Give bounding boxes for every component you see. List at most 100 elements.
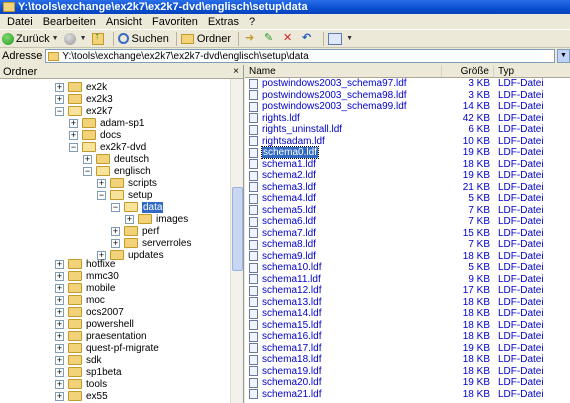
tree-item-hotfixe[interactable]: + hotfixe	[55, 258, 115, 270]
back-button[interactable]: Zurück ▼	[2, 31, 61, 47]
collapse-icon[interactable]: −	[69, 142, 78, 152]
tree-item-ex2k3[interactable]: + ex2k3	[55, 93, 113, 105]
tree-item-quest-pf-migrate[interactable]: + quest-pf-migrate	[55, 342, 159, 354]
tree-item-adam-sp1[interactable]: + adam-sp1	[69, 117, 144, 129]
tree-item-sdk[interactable]: + sdk	[55, 354, 102, 366]
expand-icon[interactable]: +	[111, 226, 120, 236]
file-row[interactable]: schema9.ldf 18 KB LDF-Datei	[245, 251, 570, 263]
tree-item-docs[interactable]: + docs	[69, 129, 121, 141]
expand-icon[interactable]: +	[97, 178, 106, 188]
file-row[interactable]: schema13.ldf 18 KB LDF-Datei	[245, 297, 570, 309]
expand-icon[interactable]: +	[55, 331, 64, 341]
expand-icon[interactable]: +	[55, 82, 64, 92]
expand-icon[interactable]: +	[55, 94, 64, 104]
address-dropdown-button[interactable]: ▼	[557, 49, 570, 63]
file-row[interactable]: schema14.ldf 18 KB LDF-Datei	[245, 308, 570, 320]
tree-item-serverroles[interactable]: + serverroles	[111, 237, 191, 249]
folders-button[interactable]: Ordner	[180, 31, 231, 47]
forward-button[interactable]: ▼	[63, 31, 89, 47]
file-row[interactable]: rightsadam.ldf 10 KB LDF-Datei	[245, 136, 570, 148]
expand-icon[interactable]: +	[55, 283, 64, 293]
collapse-icon[interactable]: −	[83, 166, 92, 176]
delete-button[interactable]: ✕	[281, 31, 297, 47]
tree-item-ex2k7-dvd[interactable]: − ex2k7-dvd	[69, 141, 146, 153]
expand-icon[interactable]: +	[69, 118, 78, 128]
tree-item-perf[interactable]: + perf	[111, 225, 159, 237]
tree-item-ocs2007[interactable]: + ocs2007	[55, 306, 124, 318]
menu-favoriten[interactable]: Favoriten	[147, 14, 203, 30]
file-row[interactable]: postwindows2003_schema99.ldf 14 KB LDF-Dat…	[245, 101, 570, 113]
file-row[interactable]: schema20.ldf 19 KB LDF-Datei	[245, 377, 570, 389]
views-button[interactable]: ▼	[328, 31, 355, 47]
file-row[interactable]: schema11.ldf 9 KB LDF-Datei	[245, 274, 570, 286]
tree-item-deutsch[interactable]: + deutsch	[83, 153, 149, 165]
file-row[interactable]: schema15.ldf 18 KB LDF-Datei	[245, 320, 570, 332]
menu-bearbeiten[interactable]: Bearbeiten	[38, 14, 101, 30]
tree-item-powershell[interactable]: + powershell	[55, 318, 134, 330]
search-button[interactable]: Suchen	[117, 31, 169, 47]
undo-button[interactable]: ↶	[300, 31, 316, 47]
expand-icon[interactable]: +	[55, 295, 64, 305]
folders-scrollbar[interactable]	[230, 79, 243, 403]
tree-item-scripts[interactable]: + scripts	[97, 177, 157, 189]
column-header-type[interactable]: Typ	[494, 65, 570, 77]
file-row[interactable]: schema21.ldf 18 KB LDF-Datei	[245, 389, 570, 401]
move-to-button[interactable]: ➜	[243, 31, 259, 47]
close-icon[interactable]: ×	[233, 65, 239, 79]
tree-item-setup[interactable]: − setup	[97, 189, 152, 201]
file-row[interactable]: postwindows2003_schema97.ldf 3 KB LDF-Date…	[245, 78, 570, 90]
expand-icon[interactable]: +	[55, 319, 64, 329]
menu-extras[interactable]: Extras	[203, 14, 244, 30]
file-row[interactable]: schema12.ldf 17 KB LDF-Datei	[245, 285, 570, 297]
file-row[interactable]: schema19.ldf 18 KB LDF-Datei	[245, 366, 570, 378]
file-row[interactable]: schema16.ldf 18 KB LDF-Datei	[245, 331, 570, 343]
file-row[interactable]: postwindows2003_schema98.ldf 3 KB LDF-Date…	[245, 90, 570, 102]
up-button[interactable]	[91, 31, 106, 47]
tree-item-ex55[interactable]: + ex55	[55, 390, 108, 402]
tree-item-mobile[interactable]: + mobile	[55, 282, 115, 294]
file-row[interactable]: schema0.ldf 19 KB LDF-Datei	[245, 146, 570, 160]
tree-item-data[interactable]: − data	[111, 201, 164, 213]
file-row[interactable]: schema1.ldf 18 KB LDF-Datei	[245, 159, 570, 171]
collapse-icon[interactable]: −	[111, 202, 120, 212]
expand-icon[interactable]: +	[55, 355, 64, 365]
expand-icon[interactable]: +	[55, 343, 64, 353]
file-row[interactable]: schema2.ldf 19 KB LDF-Datei	[245, 170, 570, 182]
file-row[interactable]: schema17.ldf 19 KB LDF-Datei	[245, 343, 570, 355]
file-row[interactable]: schema4.ldf 5 KB LDF-Datei	[245, 193, 570, 205]
tree-item-moc[interactable]: + moc	[55, 294, 105, 306]
tree-item-images[interactable]: + images	[125, 213, 188, 225]
menu-help[interactable]: ?	[244, 14, 260, 30]
tree-item-englisch[interactable]: − englisch	[83, 165, 151, 177]
tree-item-ex2k[interactable]: + ex2k	[55, 81, 107, 93]
expand-icon[interactable]: +	[55, 307, 64, 317]
expand-icon[interactable]: +	[55, 367, 64, 377]
tree-item-ex2k7[interactable]: − ex2k7	[55, 105, 113, 117]
expand-icon[interactable]: +	[125, 214, 134, 224]
file-row[interactable]: schema6.ldf 7 KB LDF-Datei	[245, 216, 570, 228]
title-bar[interactable]: Y:\tools\exchange\ex2k7\ex2k7-dvd\englis…	[0, 0, 570, 14]
expand-icon[interactable]: +	[55, 259, 64, 269]
copy-to-button[interactable]: ✎	[262, 31, 278, 47]
address-input[interactable]: Y:\tools\exchange\ex2k7\ex2k7-dvd\englis…	[45, 49, 555, 63]
file-row[interactable]: rights_uninstall.ldf 6 KB LDF-Datei	[245, 124, 570, 136]
file-row[interactable]: schema7.ldf 15 KB LDF-Datei	[245, 228, 570, 240]
expand-icon[interactable]: +	[83, 154, 92, 164]
menu-datei[interactable]: Datei	[2, 14, 38, 30]
expand-icon[interactable]: +	[69, 130, 78, 140]
expand-icon[interactable]: +	[55, 379, 64, 389]
file-row[interactable]: rights.ldf 42 KB LDF-Datei	[245, 113, 570, 125]
file-row[interactable]: schema18.ldf 18 KB LDF-Datei	[245, 354, 570, 366]
file-row[interactable]: schema5.ldf 7 KB LDF-Datei	[245, 205, 570, 217]
menu-ansicht[interactable]: Ansicht	[101, 14, 147, 30]
tree-item-sp1beta[interactable]: + sp1beta	[55, 366, 122, 378]
tree-item-praesentation[interactable]: + praesentation	[55, 330, 147, 342]
file-row[interactable]: schema8.ldf 7 KB LDF-Datei	[245, 239, 570, 251]
file-row[interactable]: schema10.ldf 5 KB LDF-Datei	[245, 262, 570, 274]
expand-icon[interactable]: +	[111, 238, 120, 248]
collapse-icon[interactable]: −	[97, 190, 106, 200]
scrollbar-thumb[interactable]	[232, 187, 243, 271]
file-row[interactable]: schema3.ldf 21 KB LDF-Datei	[245, 182, 570, 194]
column-header-size[interactable]: Größe	[442, 65, 494, 77]
tree-item-tools[interactable]: + tools	[55, 378, 107, 390]
